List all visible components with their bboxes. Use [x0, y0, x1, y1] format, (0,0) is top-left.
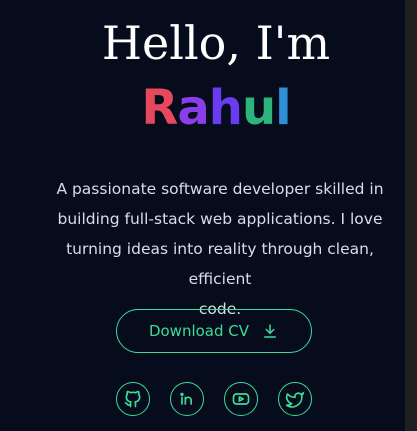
- social-links: [116, 382, 316, 420]
- download-cv-label: Download CV: [148, 322, 250, 340]
- twitter-icon: [285, 391, 305, 408]
- tagline-line: turning ideas into reality through clean…: [66, 240, 374, 288]
- twitter-link[interactable]: [278, 382, 312, 416]
- page-scrollbar[interactable]: [405, 0, 417, 431]
- name-letter: a: [177, 80, 209, 136]
- download-cv-button[interactable]: Download CV: [116, 309, 312, 353]
- github-icon: [124, 390, 141, 408]
- name-letter: l: [275, 80, 291, 136]
- tagline-line: building full-stack web applications. I …: [57, 210, 383, 228]
- youtube-icon: [232, 393, 250, 405]
- github-link[interactable]: [116, 382, 150, 416]
- name-letter: R: [141, 80, 178, 136]
- hero-section: Hello, I'm Rahul A passionate software d…: [0, 0, 405, 431]
- tagline: A passionate software developer skilled …: [40, 174, 400, 324]
- linkedin-icon: [180, 392, 192, 405]
- linkedin-link[interactable]: [170, 382, 204, 416]
- download-icon: [264, 324, 277, 338]
- name-heading: Rahul: [0, 78, 417, 138]
- tagline-line: A passionate software developer skilled …: [56, 180, 384, 198]
- youtube-link[interactable]: [224, 382, 258, 416]
- name-letter: u: [241, 80, 276, 136]
- name-letter: h: [208, 80, 243, 136]
- greeting-heading: Hello, I'm: [101, 16, 331, 70]
